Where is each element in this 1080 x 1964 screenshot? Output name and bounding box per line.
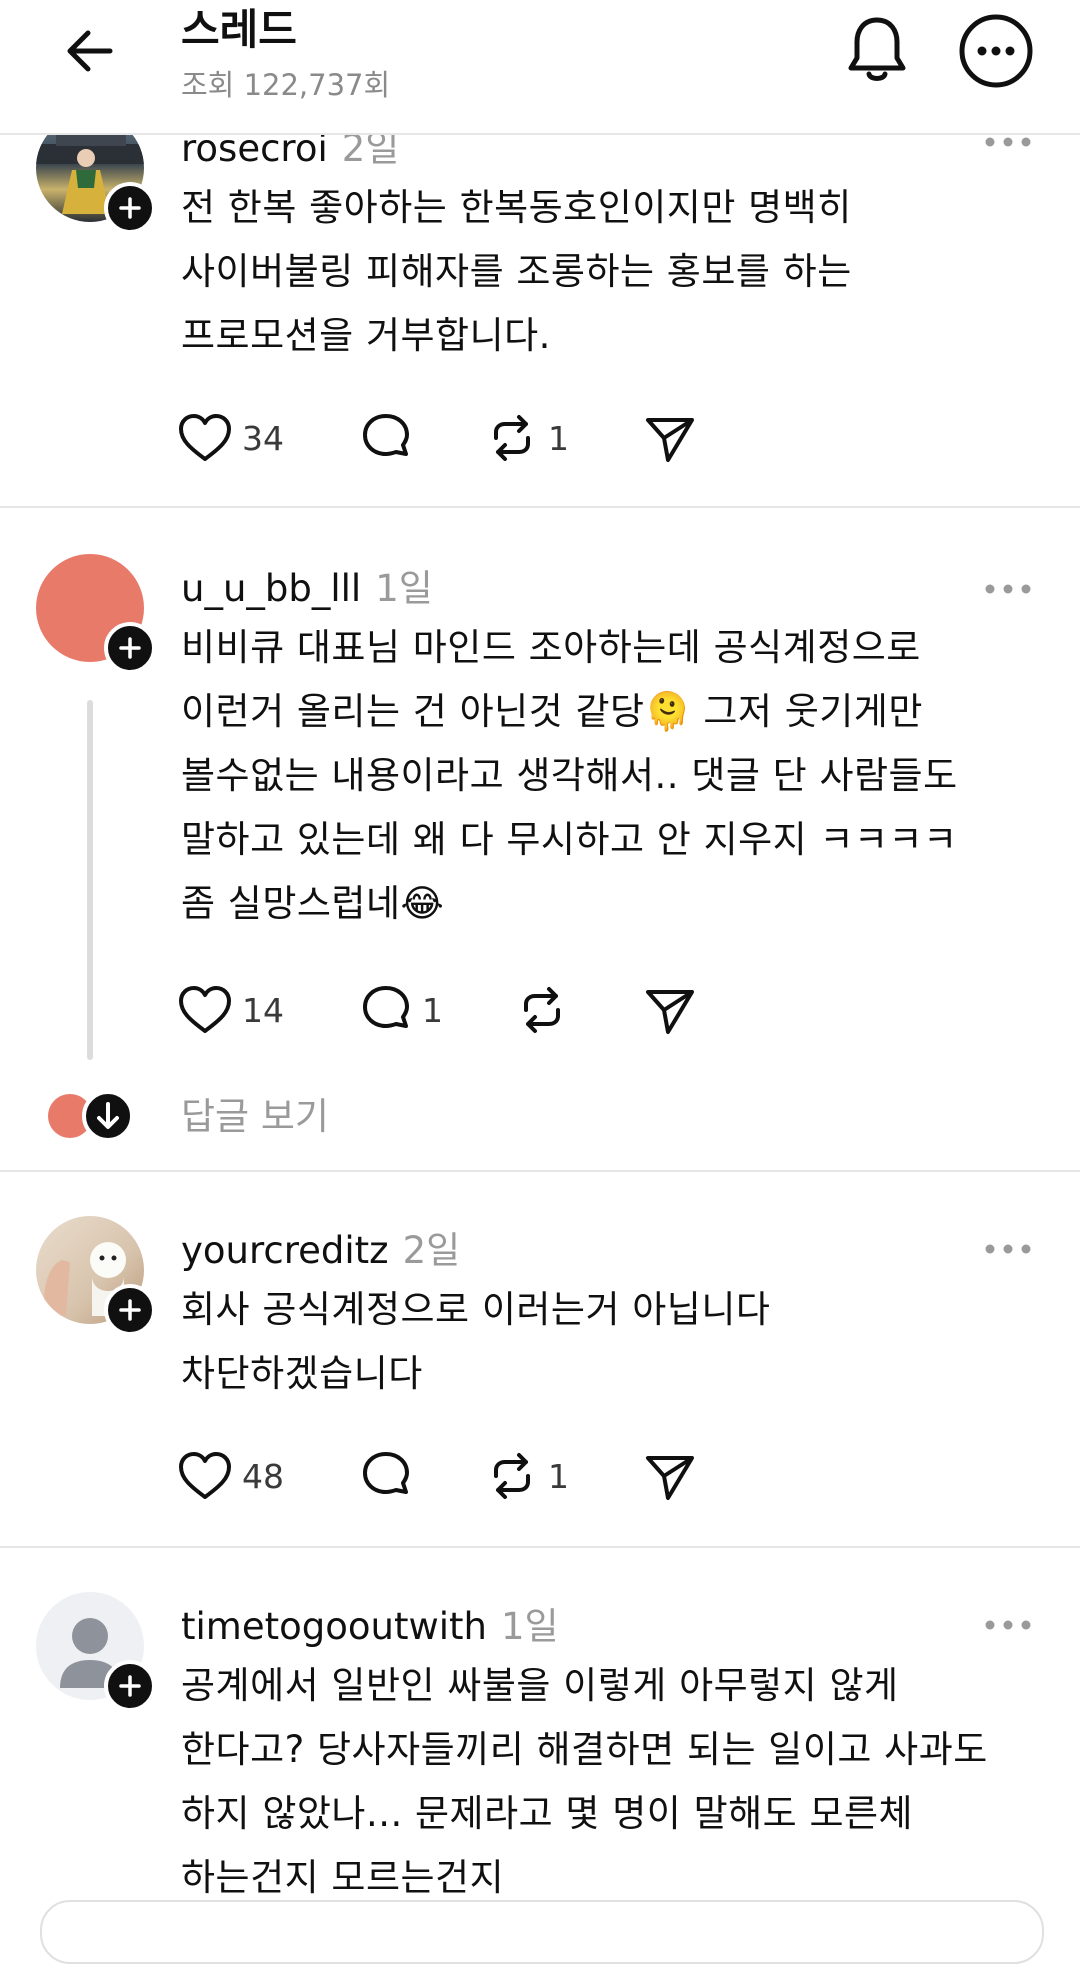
comment-count: 1 xyxy=(422,990,443,1030)
post-header: yourcreditz 2일 xyxy=(181,1220,460,1274)
thread-connector-line xyxy=(87,700,93,1060)
like-button[interactable]: 14 xyxy=(178,980,284,1040)
arrow-down-icon xyxy=(97,1102,119,1129)
more-horizontal-circle-icon xyxy=(959,14,1033,88)
post-time: 2일 xyxy=(402,1229,461,1272)
username[interactable]: yourcreditz xyxy=(181,1229,389,1272)
post-actions: 14 1 xyxy=(178,980,778,1040)
repost-icon xyxy=(494,415,530,461)
share-button[interactable] xyxy=(644,980,696,1040)
follow-button[interactable] xyxy=(104,1284,156,1336)
ellipsis-icon xyxy=(985,137,1031,147)
repost-count: 1 xyxy=(548,1456,569,1496)
post-header: timetogooutwith 1일 xyxy=(181,1596,559,1650)
thread-post: u_u_bb_lll 1일 비비큐 대표님 마인드 조아하는데 공식계정으로 이런… xyxy=(0,508,1080,1170)
username[interactable]: u_u_bb_lll xyxy=(181,567,361,610)
more-options-button[interactable] xyxy=(958,13,1034,89)
view-count: 조회 122,737회 xyxy=(181,68,391,102)
page-title: 스레드 xyxy=(181,5,297,54)
post-actions: 34 1 xyxy=(178,408,778,468)
post-text: 회사 공식계정으로 이러는거 아닙니다 차단하겠습니다 xyxy=(181,1288,771,1395)
repost-icon xyxy=(494,1453,530,1499)
send-icon xyxy=(646,418,694,462)
comment-bubble-icon xyxy=(363,1452,409,1494)
comment-bubble-icon xyxy=(363,986,409,1028)
post-time: 1일 xyxy=(500,1605,559,1648)
ellipsis-icon xyxy=(985,1244,1031,1254)
comment-button[interactable]: 1 xyxy=(360,980,443,1040)
like-count: 34 xyxy=(242,418,284,458)
bell-icon xyxy=(848,17,906,81)
reply-composer-bar[interactable] xyxy=(40,1900,1044,1964)
post-text: 공계에서 일반인 싸불을 이렇게 아무렇지 않게 한다고? 당사자들끼리 해결하… xyxy=(181,1664,988,1899)
notifications-button[interactable] xyxy=(843,14,911,86)
like-count: 14 xyxy=(242,990,284,1030)
repost-icon xyxy=(524,987,560,1033)
repost-button[interactable]: 1 xyxy=(486,408,569,468)
send-icon xyxy=(646,1456,694,1500)
post-text: 비비큐 대표님 마인드 조아하는데 공식계정으로 이런거 올리는 건 아닌것 같… xyxy=(181,626,958,925)
follow-button[interactable] xyxy=(104,622,156,674)
top-app-bar: 스레드 조회 122,737회 xyxy=(0,0,1080,135)
plus-icon xyxy=(119,637,141,659)
plus-icon xyxy=(119,1299,141,1321)
back-button[interactable] xyxy=(58,18,124,84)
view-replies-button[interactable]: 답글 보기 xyxy=(0,1076,1080,1156)
post-more-button[interactable] xyxy=(983,581,1033,595)
share-button[interactable] xyxy=(644,408,696,468)
post-more-button[interactable] xyxy=(983,134,1033,148)
follow-button[interactable] xyxy=(104,1660,156,1712)
comment-button[interactable] xyxy=(360,1446,422,1506)
thread-post: yourcreditz 2일 회사 공식계정으로 이러는거 아닙니다 차단하겠습니… xyxy=(0,1172,1080,1546)
view-replies-label: 답글 보기 xyxy=(181,1095,329,1138)
post-more-button[interactable] xyxy=(983,1617,1033,1631)
ellipsis-icon xyxy=(985,1620,1031,1630)
username[interactable]: timetogooutwith xyxy=(181,1605,487,1648)
plus-icon xyxy=(119,197,141,219)
post-more-button[interactable] xyxy=(983,1241,1033,1255)
heart-icon xyxy=(179,1452,231,1499)
send-icon xyxy=(646,990,694,1034)
repost-button[interactable] xyxy=(516,980,578,1040)
follow-button[interactable] xyxy=(104,182,156,234)
post-text: 전 한복 좋아하는 한복동호인이지만 명백히 사이버불링 피해자를 조롱하는 홍… xyxy=(181,186,852,357)
arrow-left-icon xyxy=(67,30,113,72)
post-actions: 48 1 xyxy=(178,1446,778,1506)
repost-button[interactable]: 1 xyxy=(486,1446,569,1506)
like-button[interactable]: 34 xyxy=(178,408,284,468)
comment-bubble-icon xyxy=(363,414,409,456)
like-count: 48 xyxy=(242,1456,284,1496)
post-header: u_u_bb_lll 1일 xyxy=(181,558,433,612)
plus-icon xyxy=(119,1675,141,1697)
comment-button[interactable] xyxy=(360,408,422,468)
repost-count: 1 xyxy=(548,418,569,458)
heart-icon xyxy=(179,986,231,1033)
share-button[interactable] xyxy=(644,1446,696,1506)
post-time: 1일 xyxy=(375,567,433,610)
expand-replies-badge xyxy=(82,1090,134,1142)
like-button[interactable]: 48 xyxy=(178,1446,284,1506)
heart-icon xyxy=(179,414,231,461)
ellipsis-icon xyxy=(985,584,1031,594)
thread-post: timetogooutwith 1일 공계에서 일반인 싸불을 이렇게 아무렇지 … xyxy=(0,1548,1080,1920)
